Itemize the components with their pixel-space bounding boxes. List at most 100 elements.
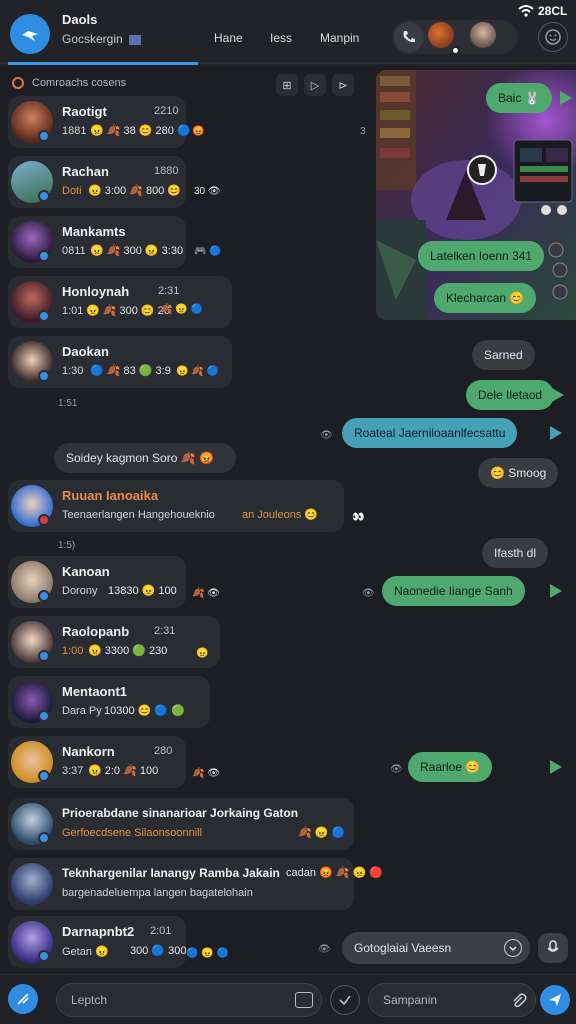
side-reactions: 👀 (352, 512, 365, 523)
chat-emojis: 😠 🍂 300 😠 3:30 (90, 245, 184, 257)
message-bubble[interactable]: Klecharcan 😊 (434, 283, 537, 313)
chat-emojis: 🔵 🍂 83 🟢 3:9 (90, 365, 171, 377)
message-input-right[interactable]: Sampanin (368, 983, 536, 1017)
bubble-tail (552, 388, 564, 402)
bubble-tail (550, 584, 562, 598)
chat-emojis: 😠 3:00 🍂 800 😊 (88, 185, 182, 197)
check-icon[interactable] (330, 985, 360, 1015)
input-placeholder: Sampanin (383, 993, 438, 1007)
wifi-icon (518, 5, 534, 20)
tab-manpin[interactable]: Manpin (320, 31, 359, 45)
status-time: 28CL (538, 4, 568, 18)
chat-name: Teknhargenilar Ianangy Ramba Jakain (62, 866, 280, 880)
chat-name: Daokan (62, 344, 109, 359)
read-marker: 👁 (390, 764, 403, 775)
verified-badge (38, 710, 50, 722)
message-bubble[interactable]: Raarloe 😊 (408, 752, 493, 782)
chat-preview: Getan 😠 (62, 946, 109, 958)
chat-name: Nankorn (62, 744, 115, 759)
chat-name: Rachan (62, 164, 109, 179)
chat-preview: Dara Py (62, 705, 102, 717)
time-marker: 1:51 (58, 398, 78, 409)
chat-name: Ruuan Ianoaika (62, 488, 159, 503)
chat-preview: 0811 (62, 245, 86, 257)
message-bubble[interactable]: Sarned (472, 340, 535, 370)
chat-card[interactable]: Daokan 1:30 🔵 🍂 83 🟢 3:9 (8, 336, 232, 388)
chat-card[interactable]: Prioerabdane sinanarioar Jorkaing Gaton … (8, 798, 354, 850)
chat-name: Mentaont1 (62, 684, 127, 699)
read-marker: 👁 (318, 944, 331, 955)
composer-bar: Leptch Sampanin (0, 974, 576, 1024)
chat-card[interactable]: Honloynah 2:31 1:01 😠 🍂 300 😊 26 (8, 276, 232, 328)
chat-card[interactable]: Teknhargenilar Ianangy Ramba Jakain barg… (8, 858, 383, 910)
flag-icon (129, 34, 142, 45)
chat-card[interactable]: Mentaont1 Dara Py 10300 😊 🔵 🟢 (8, 676, 210, 728)
paper-plane-icon[interactable] (540, 985, 570, 1015)
smile-icon[interactable] (538, 22, 568, 52)
header-avatar-2[interactable] (470, 22, 496, 48)
chat-card[interactable]: Mankamts 0811 😠 🍂 300 😠 3:30 (8, 216, 186, 268)
verified-badge (38, 250, 50, 262)
alert-badge (38, 514, 50, 526)
chat-card[interactable]: Darnapnbt2 2:01 Getan 😠 300 🔵 300 (8, 916, 187, 968)
phone-icon[interactable] (394, 22, 424, 52)
grid-icon[interactable]: ⊞ (276, 74, 298, 96)
forward-icon[interactable]: ⊳ (332, 74, 354, 96)
verified-badge (38, 832, 50, 844)
suggestion-pill[interactable]: Gotoglaiai Vaeesn (342, 932, 530, 964)
chat-card[interactable]: Raolopanb 2:31 1:00 😠 3300 🟢 230 (8, 616, 220, 668)
tab-less[interactable]: Iess (270, 31, 292, 45)
bubble-tail (550, 760, 562, 774)
side-reactions: 😡 (192, 126, 205, 137)
avatar (11, 863, 53, 905)
chat-time: 1880 (154, 165, 179, 177)
side-reactions: 30 👁 (194, 186, 221, 197)
header-avatar-1[interactable] (428, 22, 454, 48)
chat-emojis: 13830 😠 100 (108, 585, 177, 597)
feather-icon[interactable] (8, 984, 38, 1014)
bird-icon[interactable] (10, 14, 50, 54)
chat-name: Mankamts (62, 224, 126, 239)
chat-card[interactable]: Kanoan Dorony 13830 😠 100 (8, 556, 186, 608)
chat-time: 2:01 (150, 925, 172, 937)
verified-badge (38, 950, 50, 962)
system-message: Soidey kagmon Soro 🍂 😡 (54, 443, 236, 473)
verified-badge (38, 130, 50, 142)
message-bubble[interactable]: Ifasth dl (482, 538, 549, 568)
message-bubble[interactable]: 😊 Smoog (478, 458, 559, 488)
chat-emojis: 300 🔵 300 (130, 945, 187, 957)
message-bubble[interactable]: Latelken Ioenn 341 (418, 241, 545, 271)
tab-home[interactable]: Hane (214, 31, 243, 45)
chat-card[interactable]: Nankorn 280 3:37 😠 2:0 🍂 100 (8, 736, 186, 788)
suggestion-label: Gotoglaiai Vaeesn (354, 941, 452, 955)
chat-card[interactable]: Rachan 1880 Doti 😠 3:00 🍂 800 😊 (8, 156, 186, 208)
filter-icon[interactable] (12, 77, 24, 89)
message-bubble[interactable]: Dele Iletaod (466, 380, 555, 410)
chevron-icon[interactable] (504, 939, 522, 957)
app-title: Daols (62, 12, 98, 27)
time-marker: 1:5) (58, 540, 76, 551)
message-bubble[interactable]: Baic 🐰 (486, 83, 552, 113)
chat-emojis: an Jouleons 😊 (242, 509, 319, 521)
chat-time: 2:31 (154, 625, 176, 637)
message-input-left[interactable]: Leptch (56, 983, 322, 1017)
mic-icon[interactable] (538, 933, 568, 963)
image-icon[interactable] (295, 992, 313, 1008)
chat-emojis: 😠 3300 🟢 230 (88, 645, 168, 657)
paperclip-icon[interactable] (511, 992, 527, 1011)
read-marker: 👁 (320, 430, 333, 441)
message-bubble[interactable]: Naonedie Iiange Sanh (382, 576, 525, 606)
chat-name: Prioerabdane sinanarioar Jorkaing Gaton (62, 806, 299, 820)
chat-emojis: 😠 🍂 38 😊 280 🔵 (90, 125, 191, 137)
chat-name: Raotigt (62, 104, 107, 119)
chat-name: Kanoan (62, 564, 110, 579)
side-reactions: 🍂 👁 (192, 588, 220, 599)
chat-time: 2:31 (158, 285, 180, 297)
play-icon[interactable]: ▷ (304, 74, 326, 96)
verified-badge (38, 590, 50, 602)
message-bubble[interactable]: Roateal Jaerniloaanlfecsattu (342, 418, 518, 448)
bubble-tail (550, 426, 562, 440)
chat-card[interactable]: Raotigt 2210 1881 😠 🍂 38 😊 280 🔵 (8, 96, 191, 148)
chat-card[interactable]: Ruuan Ianoaika Teenaerlangen Hangehouekn… (8, 480, 344, 532)
side-reactions: 🔵 😠 🔵 (186, 948, 229, 959)
